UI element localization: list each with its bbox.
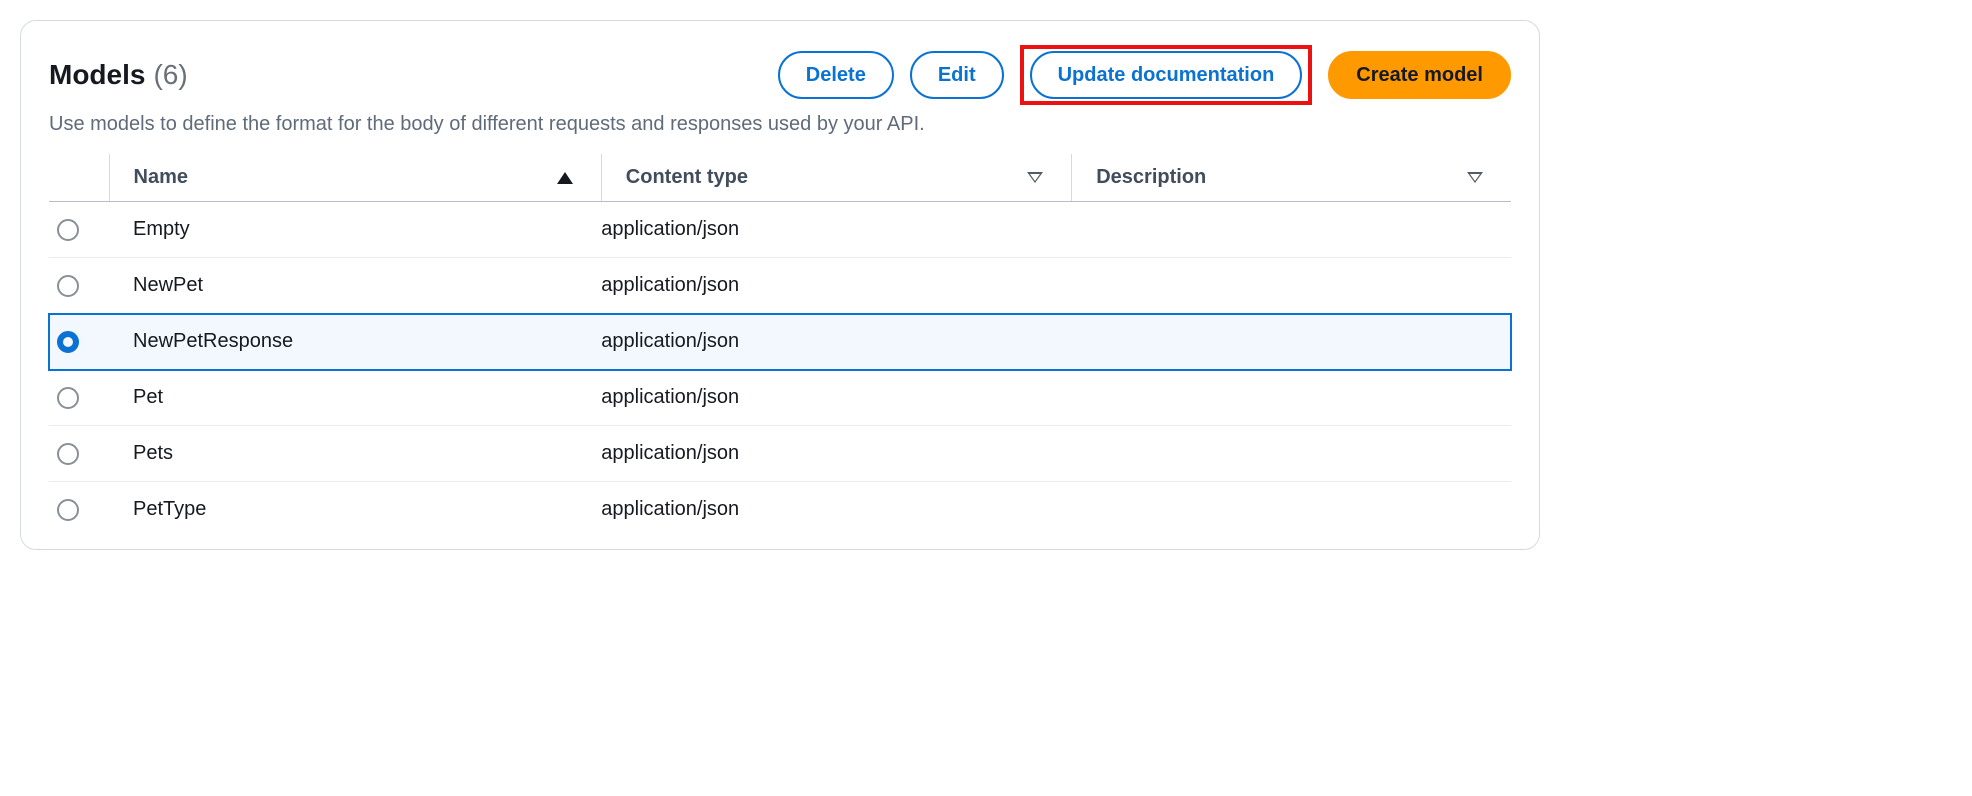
table-row[interactable]: NewPetResponseapplication/json [49, 314, 1511, 370]
sort-icon [1467, 172, 1483, 183]
radio-button[interactable] [57, 387, 79, 409]
radio-cell[interactable] [49, 370, 109, 426]
radio-button[interactable] [57, 275, 79, 297]
table-row[interactable]: PetTypeapplication/json [49, 482, 1511, 538]
radio-button[interactable] [57, 331, 79, 353]
table-row[interactable]: Emptyapplication/json [49, 202, 1511, 258]
radio-cell[interactable] [49, 202, 109, 258]
action-bar: Delete Edit Update documentation Create … [778, 45, 1511, 105]
description-column-header[interactable]: Description [1072, 154, 1511, 202]
table-row[interactable]: Petapplication/json [49, 370, 1511, 426]
highlight-box: Update documentation [1020, 45, 1313, 105]
model-name-cell: PetType [109, 482, 601, 538]
content-type-cell: application/json [601, 258, 1071, 314]
description-cell [1072, 314, 1511, 370]
column-label: Content type [626, 166, 748, 189]
model-name-cell: Empty [109, 202, 601, 258]
model-name-cell: Pet [109, 370, 601, 426]
update-documentation-button[interactable]: Update documentation [1030, 51, 1303, 99]
table-row[interactable]: NewPetapplication/json [49, 258, 1511, 314]
radio-cell[interactable] [49, 258, 109, 314]
column-label: Name [134, 166, 188, 189]
table-header-row: Name Content type Description [49, 154, 1511, 202]
panel-description: Use models to define the format for the … [49, 113, 1511, 136]
radio-cell[interactable] [49, 482, 109, 538]
name-column-header[interactable]: Name [109, 154, 601, 202]
radio-button[interactable] [57, 219, 79, 241]
content-type-cell: application/json [601, 314, 1071, 370]
description-cell [1072, 370, 1511, 426]
panel-header: Models (6) Delete Edit Update documentat… [49, 45, 1511, 105]
title-group: Models (6) [49, 59, 188, 91]
models-panel: Models (6) Delete Edit Update documentat… [20, 20, 1540, 550]
description-cell [1072, 258, 1511, 314]
model-name-cell: Pets [109, 426, 601, 482]
model-name-cell: NewPetResponse [109, 314, 601, 370]
delete-button[interactable]: Delete [778, 51, 894, 99]
content-type-cell: application/json [601, 370, 1071, 426]
model-name-cell: NewPet [109, 258, 601, 314]
radio-cell[interactable] [49, 426, 109, 482]
select-column-header [49, 154, 109, 202]
description-cell [1072, 482, 1511, 538]
edit-button[interactable]: Edit [910, 51, 1004, 99]
models-table: Name Content type Description [49, 154, 1511, 537]
sort-asc-icon [557, 172, 573, 184]
table-row[interactable]: Petsapplication/json [49, 426, 1511, 482]
create-model-button[interactable]: Create model [1328, 51, 1511, 99]
content-type-cell: application/json [601, 202, 1071, 258]
page-title: Models [49, 59, 145, 91]
item-count: (6) [153, 59, 187, 91]
radio-button[interactable] [57, 443, 79, 465]
content-type-column-header[interactable]: Content type [601, 154, 1071, 202]
radio-cell[interactable] [49, 314, 109, 370]
description-cell [1072, 202, 1511, 258]
description-cell [1072, 426, 1511, 482]
column-label: Description [1096, 166, 1206, 189]
content-type-cell: application/json [601, 426, 1071, 482]
radio-button[interactable] [57, 499, 79, 521]
content-type-cell: application/json [601, 482, 1071, 538]
sort-icon [1027, 172, 1043, 183]
